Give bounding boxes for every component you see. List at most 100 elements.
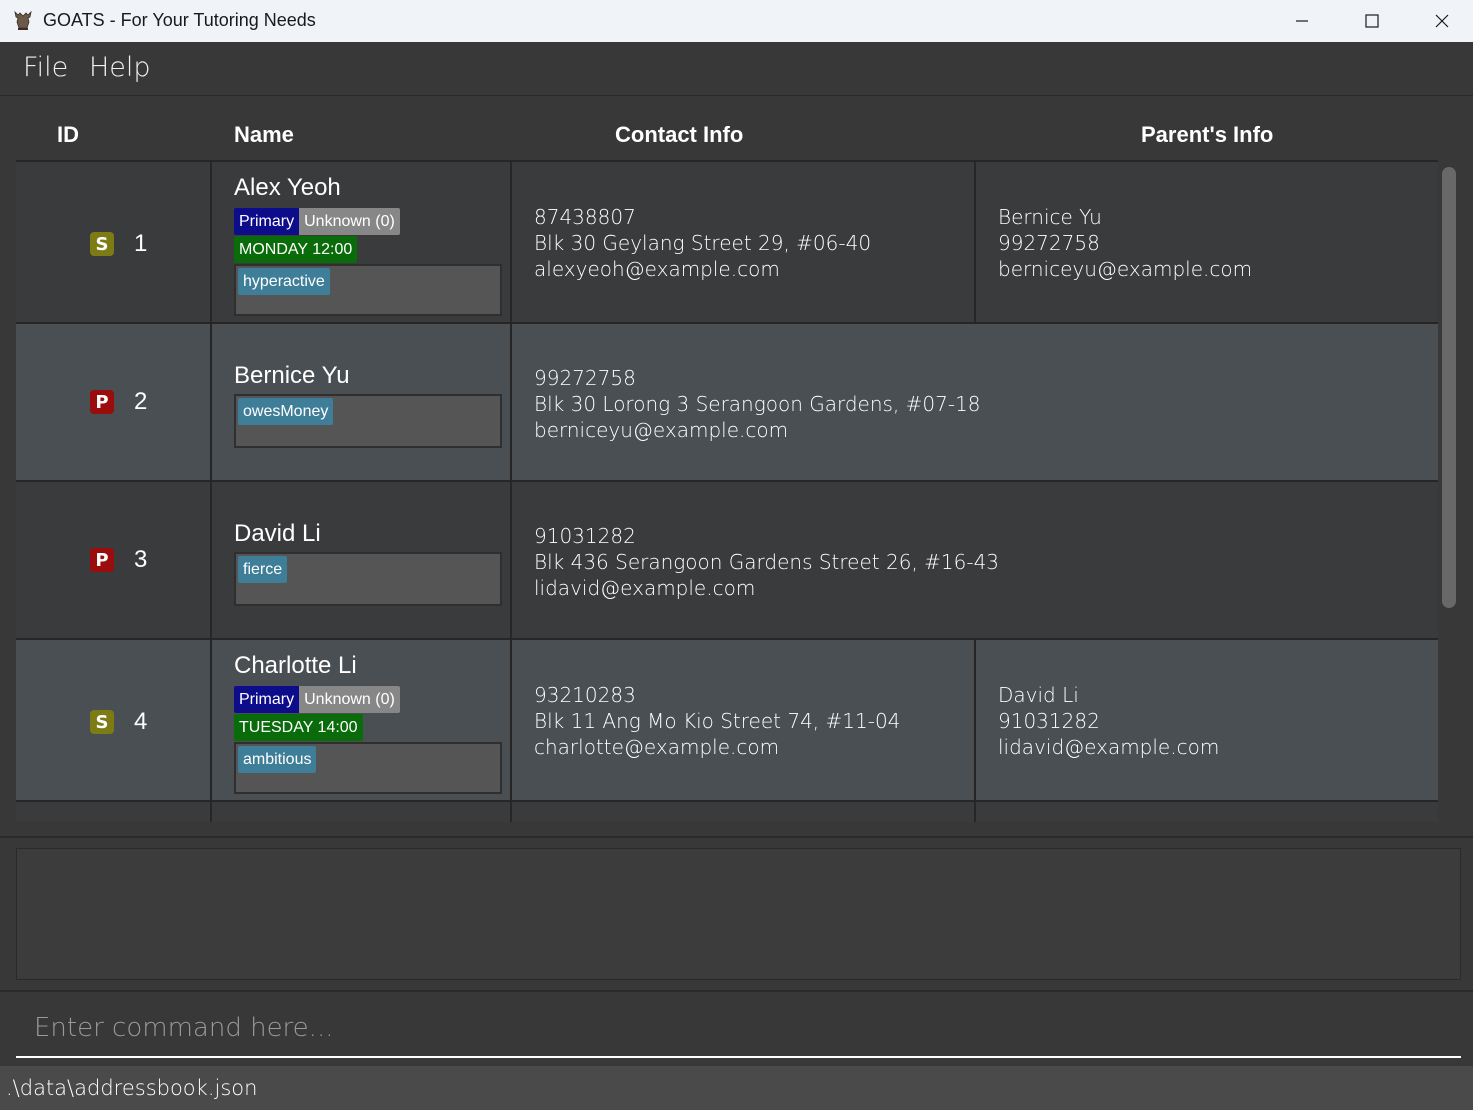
person-id: 2 bbox=[134, 388, 148, 415]
grade-tag: Unknown (0) bbox=[299, 208, 400, 235]
minimize-button[interactable] bbox=[1267, 0, 1337, 42]
close-icon bbox=[1435, 14, 1449, 28]
parent-name-text: David Li bbox=[998, 683, 1079, 707]
session-tags: MONDAY 12:00 bbox=[234, 236, 358, 263]
session-tag: MONDAY 12:00 bbox=[234, 236, 358, 263]
header-parents-info: Parent's Info bbox=[1141, 122, 1274, 147]
contact-info: 87438807 Blk 30 Geylang Street 29, #06-4… bbox=[534, 204, 871, 282]
parent-phone-text: 99272758 bbox=[998, 231, 1100, 255]
person-row-2[interactable]: P 2 Bernice Yu owesMoney 99272758 Blk 30… bbox=[16, 322, 1438, 482]
phone-text: 93210283 bbox=[534, 683, 636, 707]
trait-tag: owesMoney bbox=[238, 398, 334, 425]
person-row-4[interactable]: S 4 Charlotte Li Primary Unknown (0) TUE… bbox=[16, 638, 1438, 802]
person-row-3[interactable]: P 3 David Li fierce 91031282 Blk 436 Ser… bbox=[16, 480, 1438, 640]
minimize-icon bbox=[1296, 20, 1308, 22]
parent-email-text: lidavid@example.com bbox=[998, 735, 1220, 759]
command-box bbox=[0, 990, 1473, 1066]
maximize-icon bbox=[1365, 14, 1379, 28]
header-name: Name bbox=[234, 122, 294, 147]
email-text: charlotte@example.com bbox=[534, 735, 780, 759]
header-id: ID bbox=[57, 122, 79, 147]
parent-phone-text: 91031282 bbox=[998, 709, 1100, 733]
parent-cell bbox=[976, 802, 1438, 822]
phone-text: 99272758 bbox=[534, 366, 636, 390]
email-text: lidavid@example.com bbox=[534, 576, 756, 600]
result-display bbox=[16, 848, 1461, 980]
person-id: 1 bbox=[134, 230, 148, 257]
tags-box: ambitious bbox=[234, 742, 502, 794]
name-cell bbox=[212, 802, 512, 822]
id-cell: S 4 bbox=[16, 640, 212, 800]
maximize-button[interactable] bbox=[1337, 0, 1407, 42]
name-cell: David Li fierce bbox=[212, 482, 512, 638]
name-cell: Alex Yeoh Primary Unknown (0) MONDAY 12:… bbox=[212, 162, 512, 322]
trait-tag: fierce bbox=[238, 556, 288, 583]
parent-cell: Bernice Yu 99272758 berniceyu@example.co… bbox=[976, 162, 1438, 322]
person-row-1[interactable]: S 1 Alex Yeoh Primary Unknown (0) MONDAY… bbox=[16, 160, 1438, 324]
grade-tag: Unknown (0) bbox=[299, 686, 400, 713]
parent-name-text: Bernice Yu bbox=[998, 205, 1102, 229]
email-text: alexyeoh@example.com bbox=[534, 257, 780, 281]
contact-cell bbox=[512, 802, 976, 822]
address-text: Blk 436 Serangoon Gardens Street 26, #16… bbox=[534, 550, 1000, 574]
status-bar: .\data\addressbook.json bbox=[0, 1066, 1473, 1110]
email-text: berniceyu@example.com bbox=[534, 418, 789, 442]
tags-box: fierce bbox=[234, 552, 502, 606]
menu-file[interactable]: File bbox=[23, 52, 68, 83]
phone-text: 87438807 bbox=[534, 205, 636, 229]
tags-box: owesMoney bbox=[234, 394, 502, 448]
id-cell: P 3 bbox=[16, 482, 212, 638]
goat-app-icon bbox=[14, 10, 32, 30]
level-grade-tags: Primary Unknown (0) bbox=[234, 208, 400, 235]
person-row-5-partial[interactable] bbox=[16, 800, 1438, 822]
session-tags: TUESDAY 14:00 bbox=[234, 714, 363, 741]
person-list-panel: ID Name Contact Info Parent's Info S 1 A… bbox=[0, 96, 1473, 838]
role-badge: P bbox=[90, 548, 114, 572]
name-cell: Bernice Yu owesMoney bbox=[212, 324, 512, 480]
contact-info: 91031282 Blk 436 Serangoon Gardens Stree… bbox=[534, 523, 999, 601]
menu-bar: File Help bbox=[0, 42, 1473, 96]
contact-cell: 93210283 Blk 11 Ang Mo Kio Street 74, #1… bbox=[512, 640, 976, 800]
role-badge: P bbox=[90, 390, 114, 414]
person-name: Bernice Yu bbox=[234, 362, 350, 389]
id-cell: P 2 bbox=[16, 324, 212, 480]
address-text: Blk 11 Ang Mo Kio Street 74, #11-04 bbox=[534, 709, 901, 733]
parent-info: Bernice Yu 99272758 berniceyu@example.co… bbox=[998, 204, 1252, 282]
menu-help[interactable]: Help bbox=[89, 52, 151, 83]
title-bar: GOATS - For Your Tutoring Needs bbox=[0, 0, 1473, 42]
parent-info: David Li 91031282 lidavid@example.com bbox=[998, 682, 1219, 760]
level-tag: Primary bbox=[234, 208, 300, 235]
window-title: GOATS - For Your Tutoring Needs bbox=[43, 10, 316, 30]
phone-text: 91031282 bbox=[534, 524, 636, 548]
contact-info: 93210283 Blk 11 Ang Mo Kio Street 74, #1… bbox=[534, 682, 900, 760]
id-cell bbox=[16, 802, 212, 822]
trait-tag: hyperactive bbox=[238, 268, 330, 295]
parent-cell: David Li 91031282 lidavid@example.com bbox=[976, 640, 1438, 800]
role-badge: S bbox=[90, 710, 114, 734]
tags-box: hyperactive bbox=[234, 264, 502, 316]
contact-cell: 99272758 Blk 30 Lorong 3 Serangoon Garde… bbox=[512, 324, 1438, 480]
parent-email-text: berniceyu@example.com bbox=[998, 257, 1253, 281]
session-tag: TUESDAY 14:00 bbox=[234, 714, 363, 741]
contact-info: 99272758 Blk 30 Lorong 3 Serangoon Garde… bbox=[534, 365, 981, 443]
header-contact-info: Contact Info bbox=[615, 122, 744, 147]
save-location: .\data\addressbook.json bbox=[6, 1076, 258, 1100]
person-name: David Li bbox=[234, 520, 321, 547]
contact-cell: 87438807 Blk 30 Geylang Street 29, #06-4… bbox=[512, 162, 976, 322]
person-name: Alex Yeoh bbox=[234, 174, 341, 201]
list-scrollbar-thumb[interactable] bbox=[1442, 167, 1456, 608]
address-text: Blk 30 Lorong 3 Serangoon Gardens, #07-1… bbox=[534, 392, 981, 416]
person-id: 4 bbox=[134, 708, 148, 735]
person-name: Charlotte Li bbox=[234, 652, 357, 679]
id-cell: S 1 bbox=[16, 162, 212, 322]
person-id: 3 bbox=[134, 546, 148, 573]
contact-cell: 91031282 Blk 436 Serangoon Gardens Stree… bbox=[512, 482, 1438, 638]
level-tag: Primary bbox=[234, 686, 300, 713]
address-text: Blk 30 Geylang Street 29, #06-40 bbox=[534, 231, 872, 255]
close-button[interactable] bbox=[1407, 0, 1473, 42]
role-badge: S bbox=[90, 232, 114, 256]
name-cell: Charlotte Li Primary Unknown (0) TUESDAY… bbox=[212, 640, 512, 800]
command-input[interactable] bbox=[16, 1000, 1461, 1058]
level-grade-tags: Primary Unknown (0) bbox=[234, 686, 400, 713]
person-list[interactable]: S 1 Alex Yeoh Primary Unknown (0) MONDAY… bbox=[16, 160, 1438, 822]
